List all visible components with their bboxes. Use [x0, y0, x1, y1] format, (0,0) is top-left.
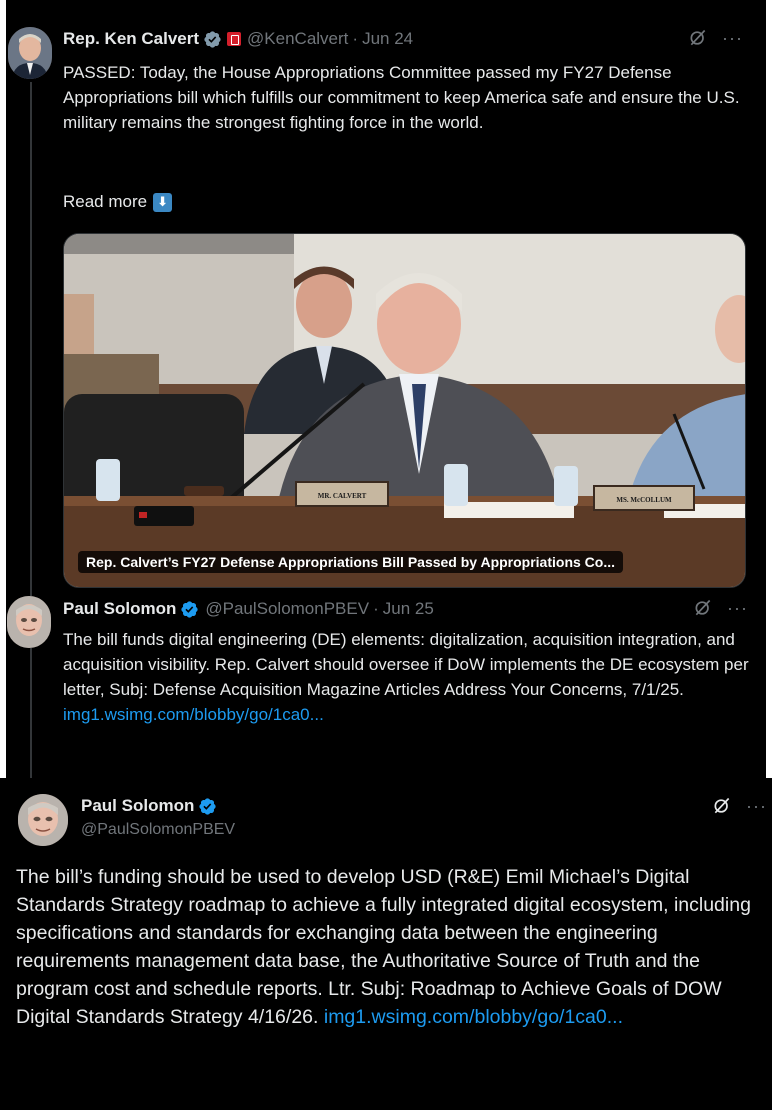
- tweet-link[interactable]: img1.wsimg.com/blobby/go/1ca0...: [324, 1006, 623, 1028]
- grok-icon[interactable]: [688, 28, 708, 48]
- author-name[interactable]: Paul Solomon: [81, 795, 194, 817]
- placard-mccollum: MS. McCOLLUM: [616, 496, 672, 504]
- author-name[interactable]: Rep. Ken Calvert: [63, 28, 199, 50]
- tweet-actions: ···: [688, 28, 743, 48]
- tweet-date[interactable]: Jun 24: [362, 28, 413, 50]
- tweet-actions: ···: [693, 598, 748, 618]
- tweet-header: Paul Solomon: [81, 795, 217, 817]
- tweet-body: The bill funds digital engineering (DE) …: [63, 630, 749, 699]
- tweet-actions: ···: [712, 796, 767, 816]
- author-handle[interactable]: @PaulSolomonPBEV: [81, 821, 235, 839]
- verified-badge-icon: [181, 600, 198, 618]
- tweet-link[interactable]: img1.wsimg.com/blobby/go/1ca0...: [63, 705, 324, 724]
- tweet-text: The bill funds digital engineering (DE) …: [63, 627, 753, 727]
- more-icon[interactable]: ···: [746, 797, 767, 815]
- tweet-header: Rep. Ken Calvert @KenCalvert · Jun 24: [63, 28, 413, 50]
- avatar[interactable]: [8, 27, 52, 79]
- tweet-text: PASSED: Today, the House Appropriations …: [63, 63, 740, 132]
- avatar[interactable]: [7, 596, 51, 648]
- grok-icon[interactable]: [693, 598, 713, 618]
- more-icon[interactable]: ···: [727, 599, 748, 617]
- government-flag-icon: [227, 32, 242, 46]
- placard-calvert: MR. CALVERT: [318, 492, 367, 500]
- committee-hearing-photo: MR. CALVERT MS. McCOLLUM: [64, 234, 745, 587]
- verified-badge-icon: [204, 30, 221, 48]
- author-handle[interactable]: @KenCalvert: [247, 28, 348, 50]
- media-card[interactable]: MR. CALVERT MS. McCOLLUM Rep. Calvert’s …: [63, 233, 746, 588]
- thread-connector-line: [30, 82, 32, 596]
- author-name[interactable]: Paul Solomon: [63, 598, 176, 620]
- more-icon[interactable]: ···: [722, 29, 743, 47]
- tweet-header: Paul Solomon @PaulSolomonPBEV · Jun 25: [63, 598, 434, 620]
- tweet-date[interactable]: Jun 25: [383, 598, 434, 620]
- separator-dot: ·: [352, 29, 359, 48]
- left-margin: [0, 0, 6, 778]
- avatar[interactable]: [18, 794, 68, 846]
- grok-icon[interactable]: [712, 796, 732, 816]
- media-caption: Rep. Calvert’s FY27 Defense Appropriatio…: [78, 551, 624, 573]
- read-more-line: Read more ⬇: [63, 191, 173, 213]
- tweet-text: The bill’s funding should be used to dev…: [16, 863, 761, 1031]
- tweet-body: The bill’s funding should be used to dev…: [16, 866, 751, 1028]
- screenshot-frame: Rep. Ken Calvert @KenCalvert · Jun 24 ··…: [0, 0, 772, 1110]
- verified-badge-icon: [199, 797, 216, 815]
- separator-dot: ·: [373, 599, 379, 618]
- author-handle[interactable]: @PaulSolomonPBEV: [205, 598, 369, 620]
- thread-connector-line: [30, 648, 32, 778]
- read-more-label[interactable]: Read more: [63, 191, 147, 213]
- right-margin: [766, 0, 772, 778]
- down-arrow-emoji-icon: ⬇: [153, 192, 173, 212]
